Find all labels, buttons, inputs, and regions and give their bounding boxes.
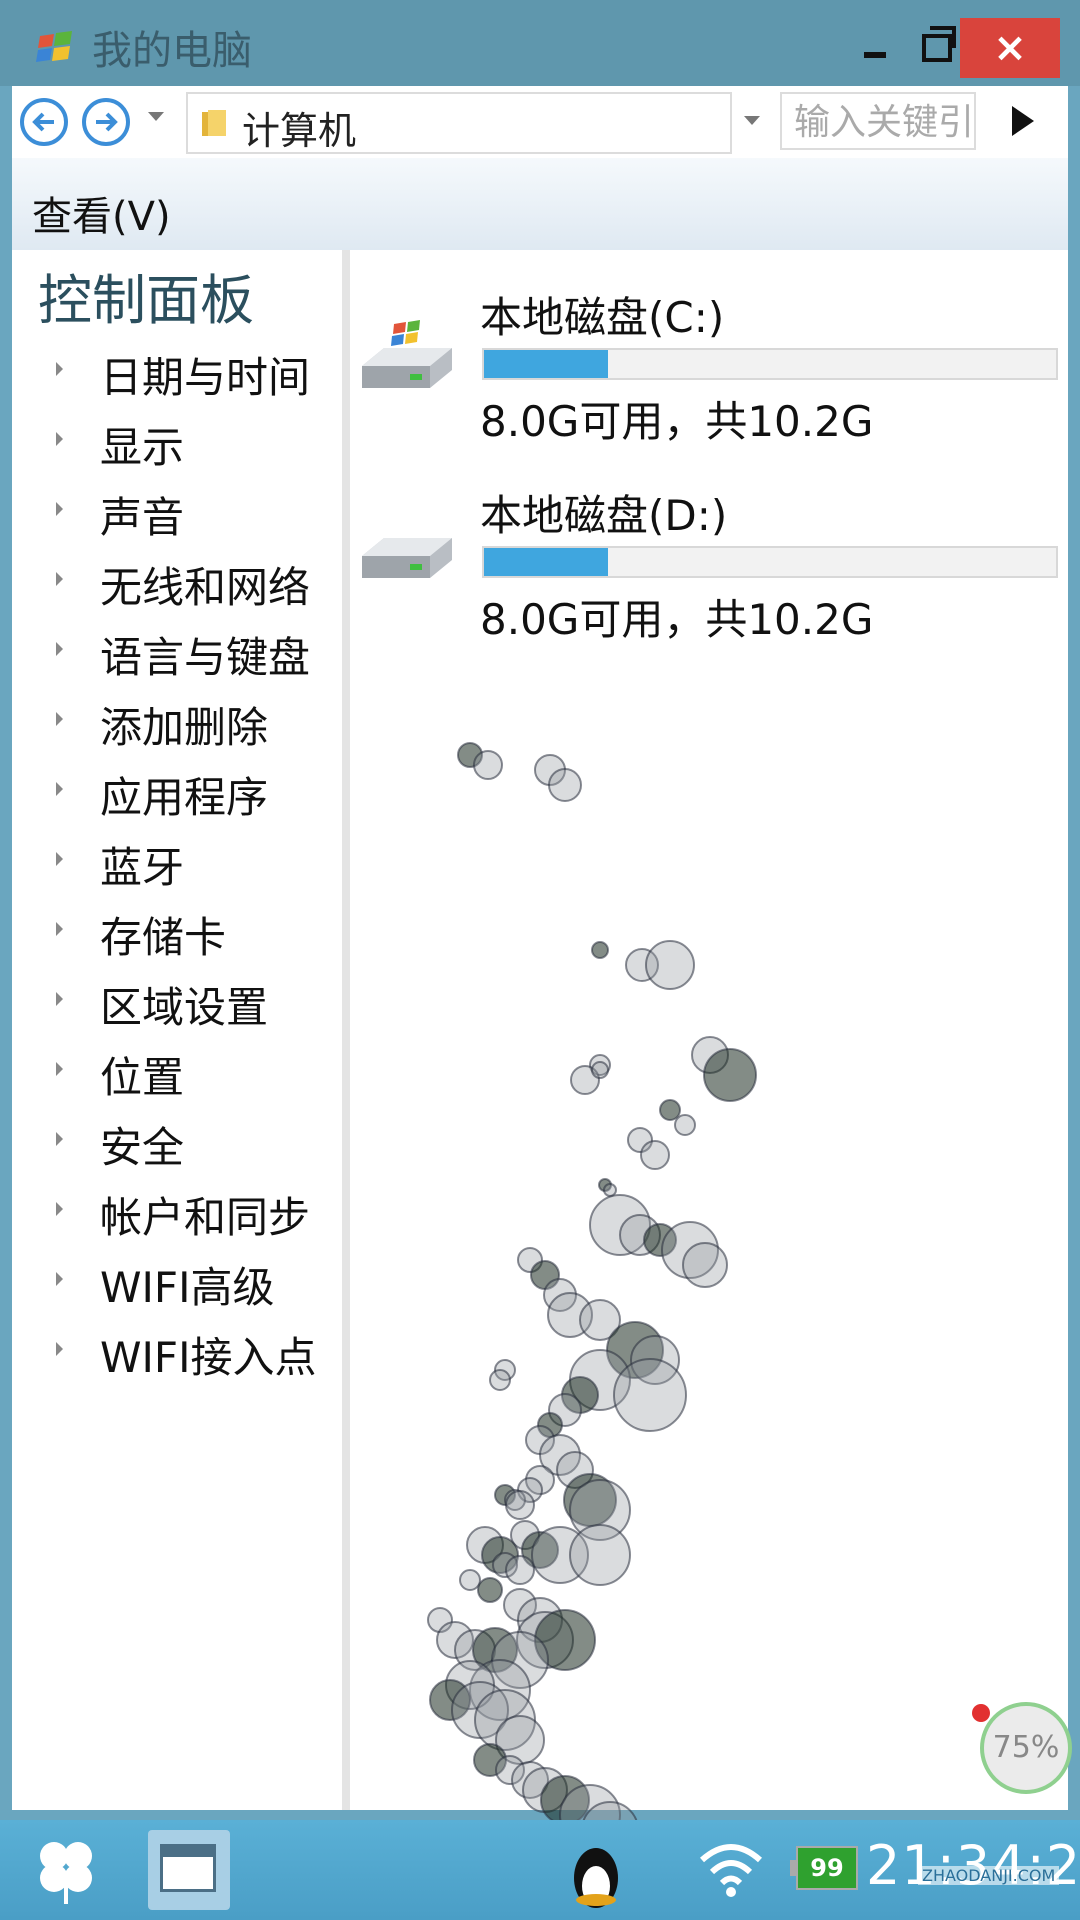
drive-usage-bar: [482, 546, 1058, 578]
control-panel-item-label: 无线和网络: [100, 563, 311, 612]
control-panel-item[interactable]: 声音: [12, 480, 342, 550]
expand-arrow-icon: [56, 502, 63, 516]
go-button[interactable]: [984, 92, 1064, 150]
control-panel-item-label: 应用程序: [100, 773, 269, 822]
arrow-left-icon: [32, 112, 54, 132]
control-panel-item[interactable]: WIFI接入点: [12, 1320, 342, 1390]
close-button[interactable]: ×: [960, 18, 1060, 78]
control-panel-item-label: 帐户和同步: [100, 1193, 311, 1242]
control-panel-item[interactable]: WIFI高级: [12, 1250, 342, 1320]
taskbar-explorer-button[interactable]: [148, 1830, 230, 1910]
address-dropdown-button[interactable]: [744, 116, 760, 125]
control-panel-item-label: 添加删除: [100, 703, 269, 752]
drive-name: 本地磁盘(C:): [480, 293, 725, 342]
history-dropdown-button[interactable]: [148, 112, 164, 121]
control-panel-item[interactable]: 应用程序: [12, 760, 342, 830]
control-panel-item[interactable]: 无线和网络: [12, 550, 342, 620]
panel-splitter[interactable]: [342, 250, 350, 1810]
expand-arrow-icon: [56, 1062, 63, 1076]
control-panel-item-label: WIFI接入点: [100, 1333, 317, 1382]
notification-dot: [972, 1704, 990, 1722]
control-panel-item-label: 区域设置: [100, 983, 269, 1032]
address-toolbar: 计算机 输入关键引: [12, 86, 1068, 158]
control-panel-item[interactable]: 显示: [12, 410, 342, 480]
drive-d[interactable]: 本地磁盘(D:) 8.0G可用，共10.2G: [350, 456, 1068, 646]
battery-indicator[interactable]: 99: [790, 1846, 858, 1890]
memory-boost-badge[interactable]: 75%: [980, 1702, 1072, 1794]
expand-arrow-icon: [56, 642, 63, 656]
back-button[interactable]: [20, 98, 68, 146]
control-panel-item-label: 位置: [100, 1053, 185, 1102]
title-bar[interactable]: 我的电脑 ×: [0, 0, 1080, 86]
search-input[interactable]: 输入关键引: [780, 92, 976, 150]
expand-arrow-icon: [56, 852, 63, 866]
arrow-right-icon: [96, 112, 118, 132]
control-panel-item-label: 存储卡: [100, 913, 227, 962]
hard-drive-icon: [362, 538, 452, 578]
drive-usage-fill: [484, 350, 608, 378]
windows-drive-icon: [362, 320, 452, 388]
control-panel-item[interactable]: 存储卡: [12, 900, 342, 970]
expand-arrow-icon: [56, 782, 63, 796]
address-path: 计算机: [242, 109, 357, 153]
windows-logo-icon: [36, 31, 72, 62]
minimize-button[interactable]: [848, 14, 908, 74]
expand-arrow-icon: [56, 432, 63, 446]
control-panel-item[interactable]: 位置: [12, 1040, 342, 1110]
wifi-icon[interactable]: [696, 1838, 766, 1898]
control-panel-sidebar: 控制面板 日期与时间显示声音无线和网络语言与键盘添加删除应用程序蓝牙存储卡区域设…: [12, 250, 342, 1810]
explorer-window: 我的电脑 × 计算机 输入关键引 查看(V) 控制面板 日期与时间 显示 声音 …: [0, 0, 1080, 1820]
address-bar[interactable]: 计算机: [186, 92, 732, 154]
drive-name: 本地磁盘(D:): [480, 491, 728, 540]
window-title: 我的电脑: [92, 28, 252, 74]
expand-arrow-icon: [56, 922, 63, 936]
window-icon: [160, 1844, 216, 1892]
control-panel-item-label: 日期与时间: [100, 353, 311, 402]
expand-arrow-icon: [56, 1272, 63, 1286]
control-panel-item[interactable]: 帐户和同步: [12, 1180, 342, 1250]
penguin-icon[interactable]: [556, 1830, 636, 1914]
control-panel-item-label: 声音: [100, 493, 185, 542]
menu-view[interactable]: 查看(V): [32, 184, 171, 242]
menu-bar: 查看(V): [12, 158, 1068, 250]
control-panel-item-label: 安全: [100, 1123, 185, 1172]
control-panel-item-label: WIFI高级: [100, 1263, 275, 1312]
expand-arrow-icon: [56, 712, 63, 726]
folder-icon: [202, 110, 226, 136]
control-panel-item[interactable]: 蓝牙: [12, 830, 342, 900]
expand-arrow-icon: [56, 1202, 63, 1216]
forward-button[interactable]: [82, 98, 130, 146]
control-panel-title[interactable]: 控制面板: [38, 256, 254, 335]
expand-arrow-icon: [56, 1132, 63, 1146]
control-panel-item[interactable]: 区域设置: [12, 970, 342, 1040]
clover-start-icon[interactable]: [30, 1834, 102, 1906]
drive-space-info: 8.0G可用，共10.2G: [480, 397, 874, 446]
drive-c[interactable]: 本地磁盘(C:) 8.0G可用，共10.2G: [350, 258, 1068, 448]
control-panel-item[interactable]: 日期与时间: [12, 340, 342, 410]
drives-panel: 本地磁盘(C:) 8.0G可用，共10.2G 本地磁盘(D:) 8.0G可用，共…: [350, 250, 1068, 1810]
expand-arrow-icon: [56, 362, 63, 376]
watermark: ZHAODANJI.COM: [918, 1866, 1060, 1885]
control-panel-item-label: 蓝牙: [100, 843, 185, 892]
drive-usage-fill: [484, 548, 608, 576]
control-panel-item-label: 语言与键盘: [100, 633, 311, 682]
drive-usage-bar: [482, 348, 1058, 380]
expand-arrow-icon: [56, 992, 63, 1006]
control-panel-item[interactable]: 添加删除: [12, 690, 342, 760]
maximize-button[interactable]: [908, 14, 968, 74]
expand-arrow-icon: [56, 1342, 63, 1356]
control-panel-item-label: 显示: [100, 423, 185, 472]
control-panel-list: 日期与时间显示声音无线和网络语言与键盘添加删除应用程序蓝牙存储卡区域设置位置安全…: [12, 340, 342, 1390]
expand-arrow-icon: [56, 572, 63, 586]
control-panel-item[interactable]: 语言与键盘: [12, 620, 342, 690]
drive-space-info: 8.0G可用，共10.2G: [480, 595, 874, 644]
control-panel-item[interactable]: 安全: [12, 1110, 342, 1180]
